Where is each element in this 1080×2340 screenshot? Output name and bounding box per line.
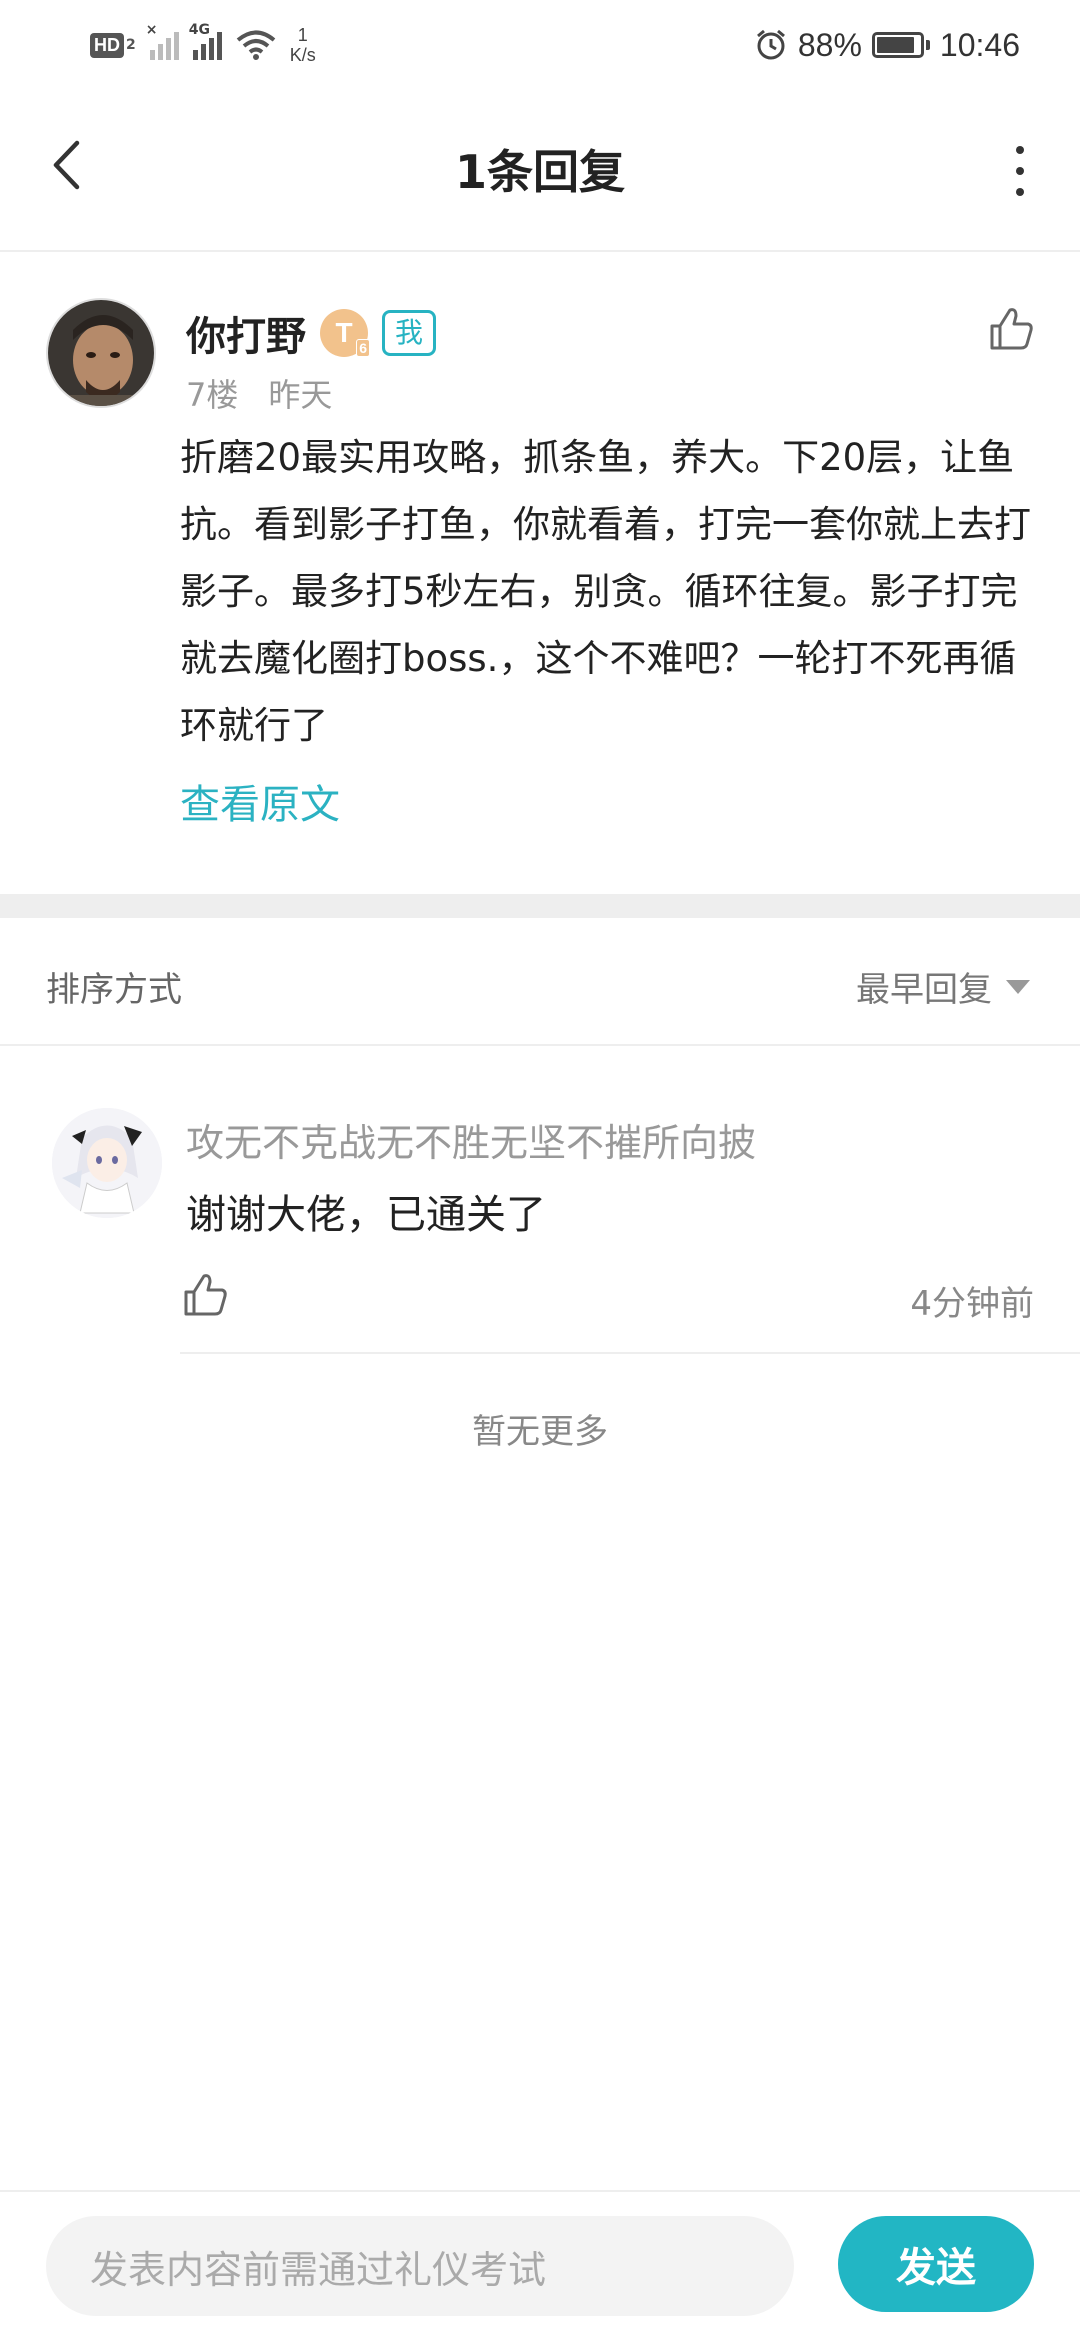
status-bar-left: HD 2 × 4G 1 K/s <box>90 22 316 68</box>
clock-time: 10:46 <box>939 26 1020 63</box>
hd-label: HD <box>90 32 124 58</box>
sim1-tag: × <box>145 22 158 38</box>
sort-label: 排序方式 <box>46 970 182 1010</box>
battery-icon <box>871 32 930 58</box>
sort-selected-value: 最早回复 <box>856 970 992 1010</box>
sort-dropdown[interactable]: 最早回复 <box>856 962 1030 1011</box>
wifi-icon <box>236 30 276 60</box>
alarm-clock-icon <box>756 29 785 60</box>
avatar[interactable] <box>46 298 156 408</box>
no-more-label: 暂无更多 <box>472 1412 608 1452</box>
hd-sub-label: 2 <box>126 37 136 53</box>
more-options-button[interactable] <box>1010 146 1030 196</box>
section-divider <box>0 894 1080 918</box>
network-speed-value: 1 <box>297 25 308 45</box>
user-avatar-image <box>48 300 154 406</box>
hd-voice-icon: HD 2 <box>90 32 136 58</box>
author-name[interactable]: 你打野 <box>186 304 306 362</box>
signal-sim2-icon: 4G <box>189 22 222 60</box>
post-author-row: 你打野 T 6 我 <box>186 304 437 362</box>
caret-down-icon <box>1006 979 1030 994</box>
thumbs-up-icon <box>990 308 1033 350</box>
reply-avatar-image <box>52 1108 162 1218</box>
comment-input[interactable]: 发表内容前需通过礼仪考试 <box>46 2216 794 2316</box>
main-post: 你打野 T 6 我 7楼 昨天 折磨20最实用攻略，抓条鱼，养大。下20层，让鱼… <box>0 254 1080 894</box>
sort-row: 排序方式 最早回复 <box>0 918 1080 1046</box>
network-speed-unit: K/s <box>289 45 316 65</box>
reply-username[interactable]: 攻无不克战无不胜无坚不摧所向披 <box>186 1112 756 1167</box>
page-title: 1条回复 <box>454 145 625 199</box>
level-badge: T 6 <box>320 309 370 357</box>
status-bar: HD 2 × 4G 1 K/s 88% 10:46 <box>0 0 1080 90</box>
network-speed: 1 K/s <box>290 25 316 65</box>
reply-like-button[interactable] <box>180 1270 230 1320</box>
post-content: 折磨20最实用攻略，抓条鱼，养大。下20层，让鱼抗。看到影子打鱼，你就看着，打完… <box>180 436 1031 747</box>
post-meta: 7楼 昨天 <box>186 370 332 416</box>
status-bar-right: 88% 10:46 <box>754 22 1020 68</box>
level-badge-letter: T <box>335 317 353 348</box>
battery-percent: 88% <box>797 26 862 63</box>
post-floor: 7楼 <box>186 376 239 414</box>
level-badge-number: 6 <box>356 339 370 357</box>
post-like-button[interactable] <box>986 304 1036 354</box>
thumbs-up-icon <box>184 1274 227 1316</box>
send-button[interactable]: 发送 <box>838 2216 1034 2312</box>
reply-time: 4分钟前 <box>910 1284 1034 1324</box>
post-date: 昨天 <box>268 376 333 414</box>
top-nav-bar: 1条回复 <box>0 90 1080 252</box>
avatar[interactable] <box>52 1108 162 1218</box>
me-badge: 我 <box>382 310 437 356</box>
more-vertical-icon <box>1016 146 1024 154</box>
reply-text: 谢谢大佬，已通关了 <box>186 1192 546 1238</box>
signal-sim1-icon: × <box>146 22 179 60</box>
composer-bar: 发表内容前需通过礼仪考试 发送 <box>0 2190 1080 2340</box>
sim2-tag: 4G <box>188 22 210 38</box>
reply-item: 攻无不克战无不胜无坚不摧所向披 谢谢大佬，已通关了 4分钟前 <box>0 1046 1080 1356</box>
view-original-link[interactable]: 查看原文 <box>180 772 340 830</box>
reply-divider <box>180 1352 1080 1354</box>
